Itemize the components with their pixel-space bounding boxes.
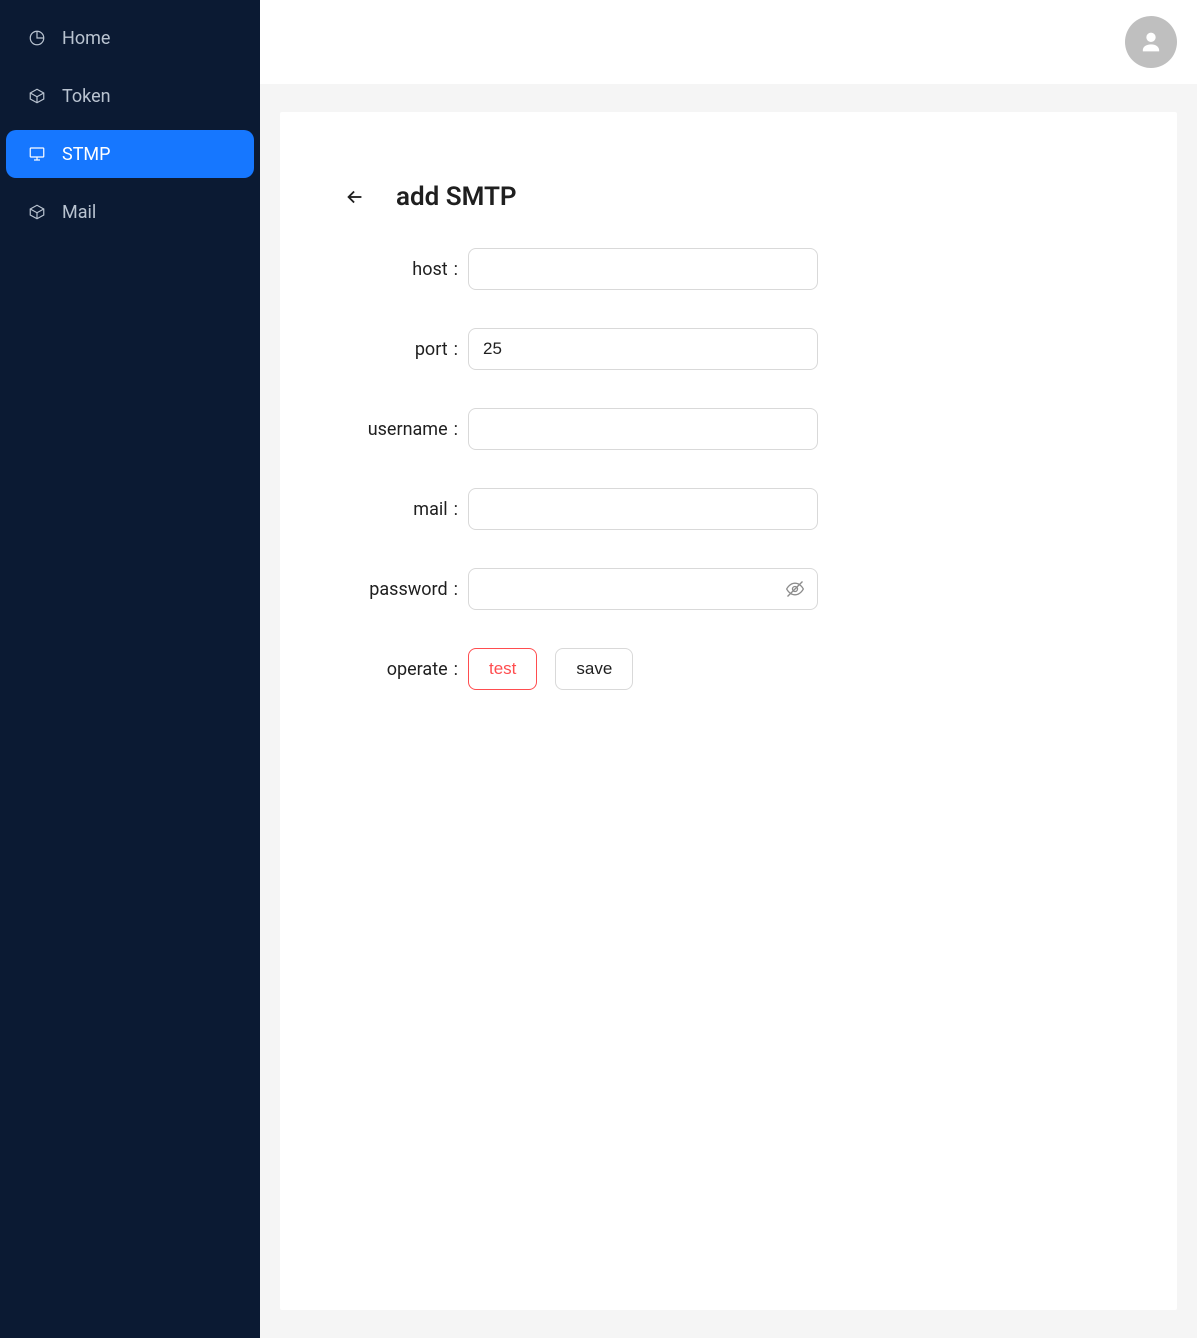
avatar-icon xyxy=(1137,28,1165,56)
content-card: add SMTP host: port: xyxy=(280,112,1177,1310)
sidebar-item-label: Token xyxy=(62,86,111,107)
username-input[interactable] xyxy=(468,408,818,450)
port-label: port: xyxy=(340,339,458,360)
host-label: host: xyxy=(340,259,458,280)
main: add SMTP host: port: xyxy=(260,0,1197,1338)
host-control xyxy=(468,248,818,290)
package-icon xyxy=(28,87,46,105)
operate-control: test save xyxy=(468,648,633,690)
form-row-username: username: xyxy=(340,408,1117,450)
sidebar-item-label: STMP xyxy=(62,144,111,165)
sidebar-item-token[interactable]: Token xyxy=(6,72,254,120)
port-input[interactable] xyxy=(468,328,818,370)
sidebar-item-stmp[interactable]: STMP xyxy=(6,130,254,178)
mail-control xyxy=(468,488,818,530)
page-header: add SMTP xyxy=(340,182,1117,212)
content-frame: add SMTP host: port: xyxy=(260,84,1197,1338)
password-input[interactable] xyxy=(468,568,818,610)
host-input[interactable] xyxy=(468,248,818,290)
form-row-port: port: xyxy=(340,328,1117,370)
sidebar-item-home[interactable]: Home xyxy=(6,14,254,62)
mail-input[interactable] xyxy=(468,488,818,530)
form-row-password: password: xyxy=(340,568,1117,610)
sidebar-item-label: Mail xyxy=(62,202,96,223)
avatar[interactable] xyxy=(1125,16,1177,68)
save-button[interactable]: save xyxy=(555,648,633,690)
operate-label: operate: xyxy=(340,659,458,680)
form-row-operate: operate: test save xyxy=(340,648,1117,690)
topbar xyxy=(260,0,1197,84)
username-label: username: xyxy=(340,419,458,440)
form-row-mail: mail: xyxy=(340,488,1117,530)
password-label: password: xyxy=(340,579,458,600)
arrow-left-icon xyxy=(344,186,366,208)
username-control xyxy=(468,408,818,450)
smtp-form: host: port: xyxy=(340,248,1117,690)
sidebar-item-label: Home xyxy=(62,28,110,49)
sidebar: Home Token STMP Mail xyxy=(0,0,260,1338)
back-button[interactable] xyxy=(340,182,370,212)
password-control xyxy=(468,568,818,610)
sidebar-item-mail[interactable]: Mail xyxy=(6,188,254,236)
form-row-host: host: xyxy=(340,248,1117,290)
test-button[interactable]: test xyxy=(468,648,537,690)
port-control xyxy=(468,328,818,370)
eye-off-icon xyxy=(785,579,805,599)
mail-label: mail: xyxy=(340,499,458,520)
pie-chart-icon xyxy=(28,29,46,47)
toggle-password-visibility[interactable] xyxy=(782,576,808,602)
monitor-icon xyxy=(28,145,46,163)
package-icon xyxy=(28,203,46,221)
page-title: add SMTP xyxy=(396,182,517,212)
